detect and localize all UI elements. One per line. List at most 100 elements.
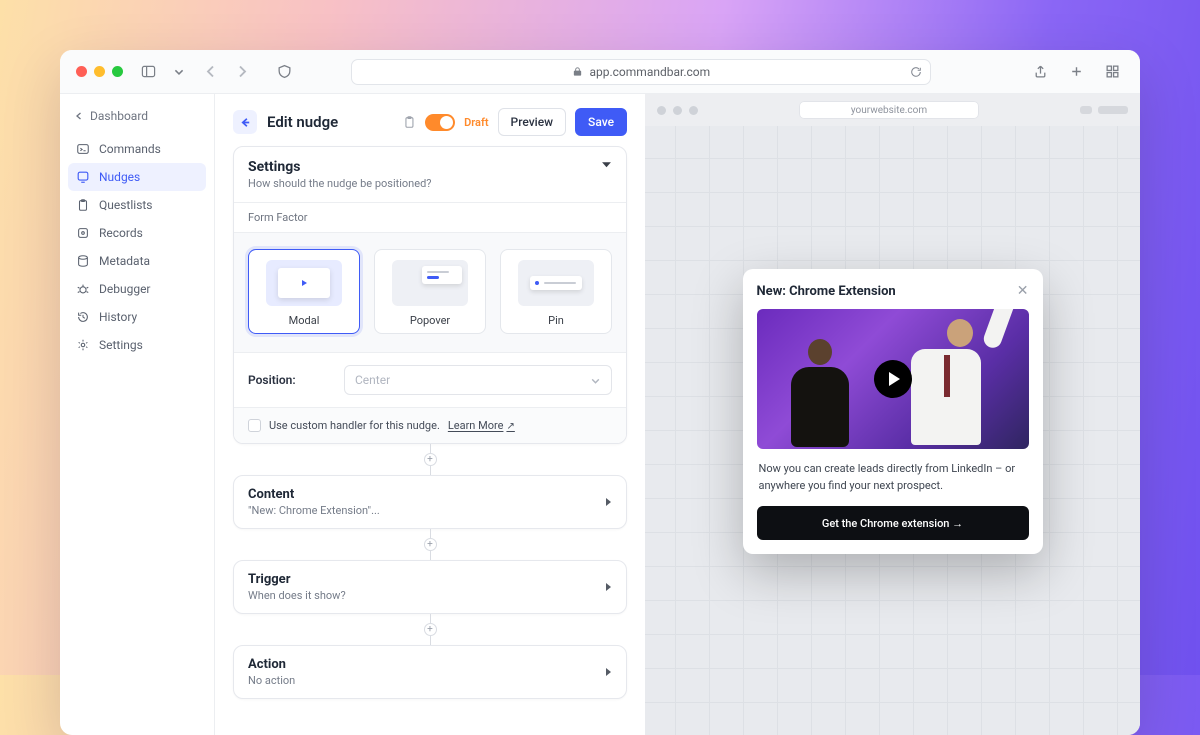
arrow-left-icon bbox=[239, 116, 252, 129]
learn-more-link[interactable]: Learn More↗ bbox=[448, 419, 515, 432]
skeleton bbox=[1080, 106, 1092, 114]
app-sidebar: Dashboard Commands Nudges Questlists Rec… bbox=[60, 94, 215, 735]
sidebar-label: Nudges bbox=[99, 170, 140, 184]
chevron-down-icon bbox=[590, 375, 601, 386]
sidebar-item-settings[interactable]: Settings bbox=[68, 331, 206, 359]
add-step-icon[interactable]: + bbox=[424, 453, 437, 466]
nav-back-icon[interactable] bbox=[199, 64, 221, 79]
play-icon[interactable] bbox=[874, 360, 912, 398]
ff-label: Pin bbox=[548, 314, 564, 327]
modal-body: Now you can create leads directly from L… bbox=[759, 461, 1027, 494]
sidebar-item-metadata[interactable]: Metadata bbox=[68, 247, 206, 275]
ff-label: Popover bbox=[410, 314, 450, 327]
form-factor-pin[interactable]: Pin bbox=[500, 249, 612, 334]
close-window-icon[interactable] bbox=[76, 66, 87, 77]
cta-label: Get the Chrome extension → bbox=[822, 517, 963, 530]
editor-back-button[interactable] bbox=[233, 110, 257, 134]
sidebar-label: Questlists bbox=[99, 198, 153, 212]
dot-icon bbox=[689, 106, 698, 115]
card-subtitle: No action bbox=[248, 674, 295, 687]
modal-cta-button[interactable]: Get the Chrome extension → bbox=[757, 506, 1029, 540]
sidebar-label: History bbox=[99, 310, 137, 324]
nav-forward-icon[interactable] bbox=[231, 64, 253, 79]
sidebar-item-questlists[interactable]: Questlists bbox=[68, 191, 206, 219]
external-link-icon: ↗ bbox=[506, 421, 514, 432]
position-label: Position: bbox=[248, 373, 330, 387]
sidebar-label: Settings bbox=[99, 338, 143, 352]
address-text: app.commandbar.com bbox=[589, 65, 710, 79]
sidebar-back[interactable]: Dashboard bbox=[68, 104, 206, 135]
sidebar-label: Records bbox=[99, 226, 143, 240]
browser-chrome: app.commandbar.com bbox=[60, 50, 1140, 94]
clipboard-icon bbox=[76, 198, 90, 212]
sidebar-item-commands[interactable]: Commands bbox=[68, 135, 206, 163]
card-subtitle: "New: Chrome Extension"... bbox=[248, 504, 380, 517]
gear-icon bbox=[76, 338, 90, 352]
caret-right-icon bbox=[604, 497, 612, 507]
database-icon bbox=[76, 254, 90, 268]
modal-title: New: Chrome Extension bbox=[757, 284, 896, 299]
custom-handler-label: Use custom handler for this nudge. bbox=[269, 419, 440, 432]
sidebar-label: Metadata bbox=[99, 254, 150, 268]
settings-title: Settings bbox=[248, 159, 432, 175]
card-title: Trigger bbox=[248, 572, 346, 587]
form-factor-popover[interactable]: Popover bbox=[374, 249, 486, 334]
flow-trigger-card[interactable]: Trigger When does it show? bbox=[233, 560, 627, 614]
minimize-window-icon[interactable] bbox=[94, 66, 105, 77]
settings-panel: Settings How should the nudge be positio… bbox=[233, 146, 627, 444]
status-label: Draft bbox=[464, 116, 488, 129]
new-tab-icon[interactable] bbox=[1066, 64, 1088, 79]
preview-button[interactable]: Preview bbox=[498, 108, 567, 136]
dot-icon bbox=[673, 106, 682, 115]
status-toggle[interactable] bbox=[425, 114, 455, 131]
lock-icon bbox=[572, 66, 583, 77]
preview-pane: yourwebsite.com New: Chrome Extension ✕ … bbox=[645, 94, 1140, 735]
records-icon bbox=[76, 226, 90, 240]
editor-column: Edit nudge Draft Preview Save Settings H bbox=[215, 94, 645, 735]
tabs-grid-icon[interactable] bbox=[1102, 64, 1124, 79]
modal-media[interactable] bbox=[757, 309, 1029, 449]
save-button[interactable]: Save bbox=[575, 108, 627, 136]
play-icon bbox=[302, 280, 307, 286]
editor-title: Edit nudge bbox=[267, 113, 338, 131]
form-factor-modal[interactable]: Modal bbox=[248, 249, 360, 334]
sidebar-item-records[interactable]: Records bbox=[68, 219, 206, 247]
flow-content-card[interactable]: Content "New: Chrome Extension"... bbox=[233, 475, 627, 529]
reload-icon[interactable] bbox=[910, 66, 922, 78]
sidebar-item-history[interactable]: History bbox=[68, 303, 206, 331]
chevron-down-icon[interactable] bbox=[173, 64, 185, 79]
close-icon[interactable]: ✕ bbox=[1017, 283, 1029, 299]
custom-handler-checkbox[interactable] bbox=[248, 419, 261, 432]
card-title: Content bbox=[248, 487, 380, 502]
nudge-icon bbox=[76, 170, 90, 184]
caret-right-icon bbox=[604, 667, 612, 677]
flow-action-card[interactable]: Action No action bbox=[233, 645, 627, 699]
history-icon bbox=[76, 310, 90, 324]
card-subtitle: When does it show? bbox=[248, 589, 346, 602]
bug-icon bbox=[76, 282, 90, 296]
sidebar-label: Debugger bbox=[99, 282, 151, 296]
share-icon[interactable] bbox=[1030, 64, 1052, 79]
shield-icon[interactable] bbox=[273, 64, 295, 79]
browser-window: app.commandbar.com Dashboard Commands Nu… bbox=[60, 50, 1140, 735]
sidebar-item-debugger[interactable]: Debugger bbox=[68, 275, 206, 303]
chevron-left-icon bbox=[74, 111, 84, 121]
caret-right-icon bbox=[604, 582, 612, 592]
sidebar-toggle-icon[interactable] bbox=[137, 64, 159, 79]
fullscreen-window-icon[interactable] bbox=[112, 66, 123, 77]
nudge-modal-preview: New: Chrome Extension ✕ Now you can crea… bbox=[743, 269, 1043, 554]
form-factor-label: Form Factor bbox=[234, 202, 626, 233]
add-step-icon[interactable]: + bbox=[424, 623, 437, 636]
clipboard-copy-icon[interactable] bbox=[402, 115, 416, 129]
sidebar-item-nudges[interactable]: Nudges bbox=[68, 163, 206, 191]
position-select[interactable]: Center bbox=[344, 365, 612, 395]
settings-header[interactable]: Settings How should the nudge be positio… bbox=[234, 147, 626, 202]
dot-icon bbox=[657, 106, 666, 115]
caret-down-icon bbox=[601, 159, 612, 170]
preview-address: yourwebsite.com bbox=[799, 101, 979, 119]
skeleton bbox=[1098, 106, 1128, 114]
sidebar-back-label: Dashboard bbox=[90, 109, 148, 123]
add-step-icon[interactable]: + bbox=[424, 538, 437, 551]
traffic-lights bbox=[76, 66, 123, 77]
address-bar[interactable]: app.commandbar.com bbox=[351, 59, 931, 85]
